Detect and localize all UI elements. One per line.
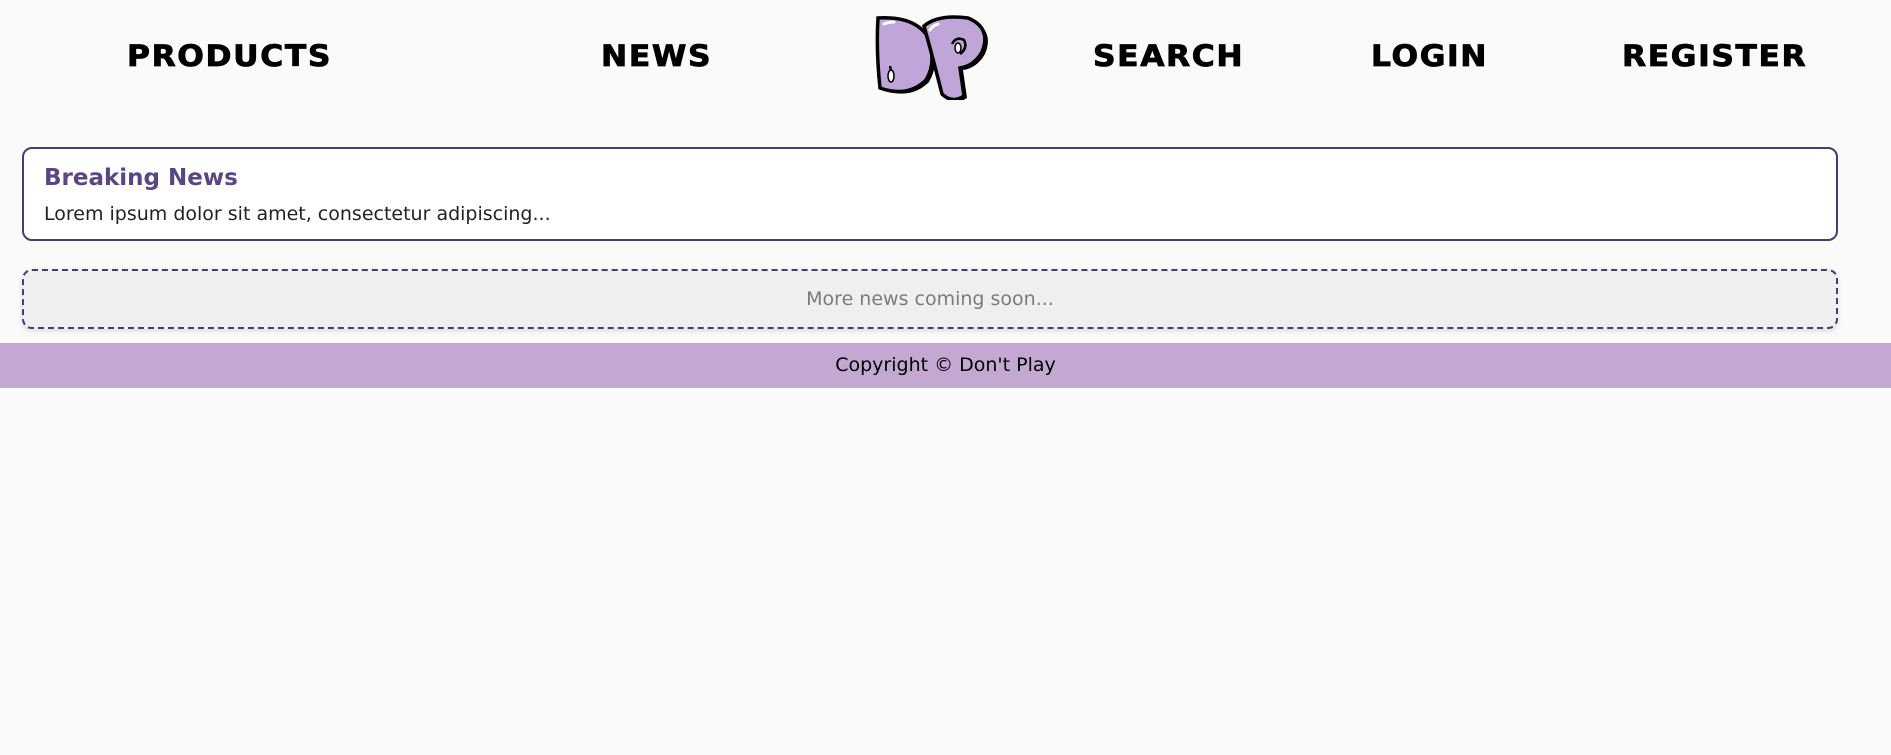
footer: Copyright © Don't Play [0,343,1891,388]
nav-login-link[interactable]: LOGIN [1371,36,1488,76]
nav-search-link[interactable]: SEARCH [1093,36,1244,76]
dp-logo-icon[interactable] [868,10,998,102]
more-news-text: More news coming soon... [806,288,1054,310]
news-card: Breaking News Lorem ipsum dolor sit amet… [22,147,1838,241]
main-nav: PRODUCTS NEWS SEARCH LOGIN REGISTER [0,0,1891,112]
nav-register-link[interactable]: REGISTER [1622,36,1807,76]
more-news-placeholder: More news coming soon... [22,269,1838,329]
nav-news-link[interactable]: NEWS [601,36,712,76]
footer-copyright: Copyright © Don't Play [835,354,1056,376]
news-card-body: Lorem ipsum dolor sit amet, consectetur … [44,203,551,225]
news-card-title: Breaking News [44,165,238,191]
nav-products-link[interactable]: PRODUCTS [127,36,332,76]
